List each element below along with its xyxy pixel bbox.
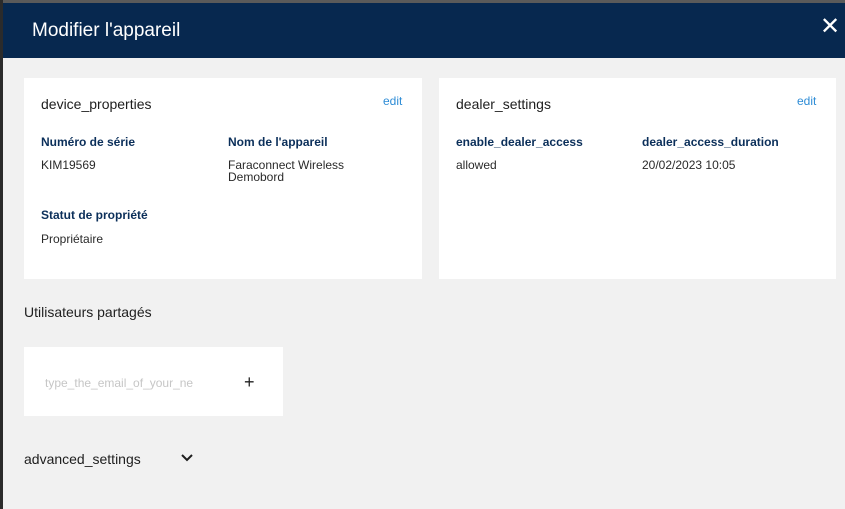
dealer-settings-edit-link[interactable]: edit <box>797 94 816 108</box>
shared-users-title: Utilisateurs partagés <box>24 304 152 320</box>
dealer-access-duration-value: 20/02/2023 10:05 <box>642 158 736 172</box>
serial-number-value: KIM19569 <box>41 158 96 172</box>
dialog-header: Modifier l'appareil ✕ <box>3 3 845 58</box>
add-shared-user-button[interactable]: + <box>244 373 255 391</box>
device-properties-title: device_properties <box>41 96 152 112</box>
window-left-border <box>0 0 3 509</box>
dialog-body: device_properties edit Numéro de série K… <box>3 58 845 509</box>
advanced-settings-toggle[interactable]: advanced_settings <box>24 451 193 471</box>
enable-dealer-access-value: allowed <box>456 158 497 172</box>
device-name-value-line2: Demobord <box>228 170 285 184</box>
enable-dealer-access-label: enable_dealer_access <box>456 135 583 149</box>
ownership-status-label: Statut de propriété <box>41 208 148 222</box>
device-properties-card: device_properties edit Numéro de série K… <box>24 78 422 279</box>
chevron-down-icon <box>181 454 193 462</box>
dealer-access-duration-label: dealer_access_duration <box>642 135 779 149</box>
shared-users-input-card: + <box>24 347 283 416</box>
dialog-title: Modifier l'appareil <box>32 20 181 41</box>
close-icon[interactable]: ✕ <box>819 14 841 40</box>
device-name-label: Nom de l'appareil <box>228 135 328 149</box>
ownership-status-value: Propriétaire <box>41 232 104 246</box>
device-properties-edit-link[interactable]: edit <box>383 94 402 108</box>
shared-user-email-input[interactable] <box>45 375 215 391</box>
dealer-settings-card: dealer_settings edit enable_dealer_acces… <box>439 78 836 279</box>
dealer-settings-title: dealer_settings <box>456 96 551 112</box>
serial-number-label: Numéro de série <box>41 135 136 149</box>
advanced-settings-label: advanced_settings <box>24 451 141 467</box>
